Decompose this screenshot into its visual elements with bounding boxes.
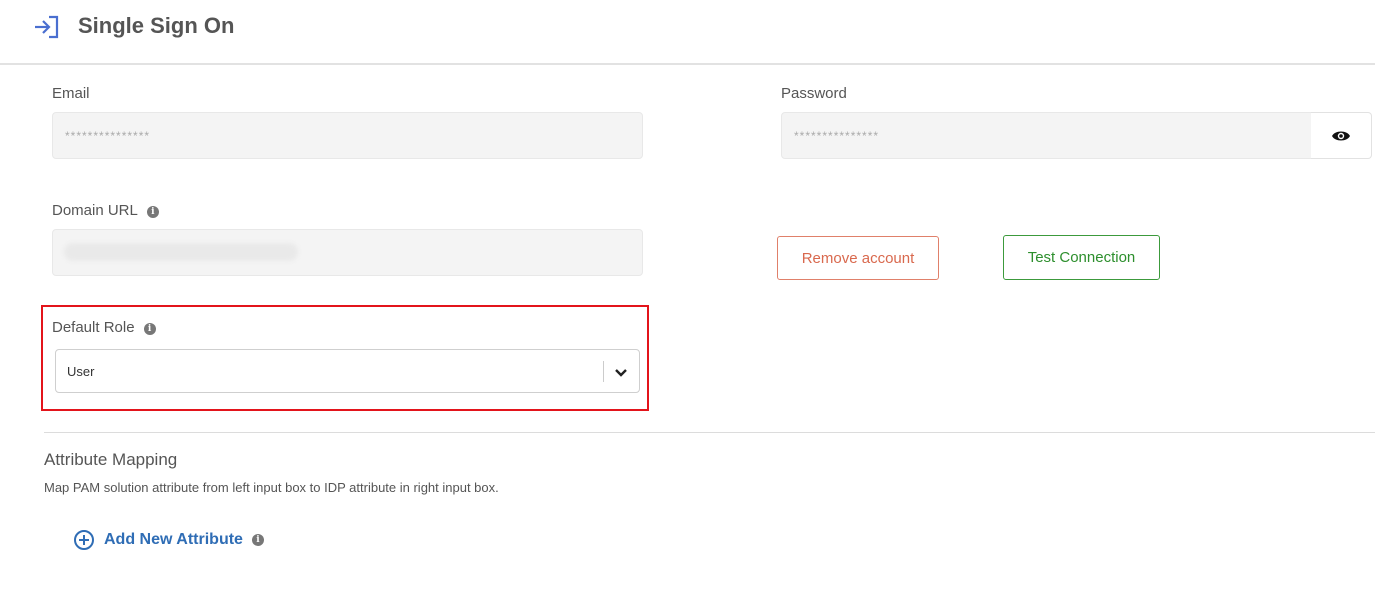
email-field[interactable]: *************** xyxy=(52,112,643,159)
page-title: Single Sign On xyxy=(78,13,235,38)
add-new-attribute-label: Add New Attribute xyxy=(104,531,243,548)
test-connection-button[interactable]: Test Connection xyxy=(1003,235,1160,280)
info-icon[interactable]: i xyxy=(143,323,156,335)
show-password-button[interactable] xyxy=(1311,112,1372,159)
password-field[interactable]: *************** xyxy=(781,112,1312,159)
chevron-down-icon[interactable] xyxy=(612,363,630,381)
eye-icon xyxy=(1332,131,1350,140)
default-role-select[interactable]: User xyxy=(55,349,640,393)
select-divider xyxy=(603,361,604,382)
email-label: Email xyxy=(52,85,90,102)
info-icon[interactable]: i xyxy=(251,534,264,546)
default-role-label-text: Default Role xyxy=(52,319,135,336)
plus-circle-icon xyxy=(74,530,94,550)
page-header: Single Sign On xyxy=(0,0,1375,65)
default-role-value: User xyxy=(67,363,95,379)
default-role-label: Default Role i xyxy=(52,319,156,336)
section-divider xyxy=(44,432,1375,433)
blurred-domain-value xyxy=(64,243,298,261)
remove-account-button[interactable]: Remove account xyxy=(777,236,939,280)
attribute-mapping-title: Attribute Mapping xyxy=(44,450,178,469)
add-new-attribute-button[interactable]: Add New Attribute i xyxy=(73,529,264,551)
domain-url-label: Domain URL i xyxy=(52,202,159,219)
password-label: Password xyxy=(781,85,847,102)
attribute-mapping-description: Map PAM solution attribute from left inp… xyxy=(44,480,499,495)
info-icon[interactable]: i xyxy=(146,206,159,218)
sign-in-icon xyxy=(35,15,59,39)
domain-url-label-text: Domain URL xyxy=(52,202,138,219)
